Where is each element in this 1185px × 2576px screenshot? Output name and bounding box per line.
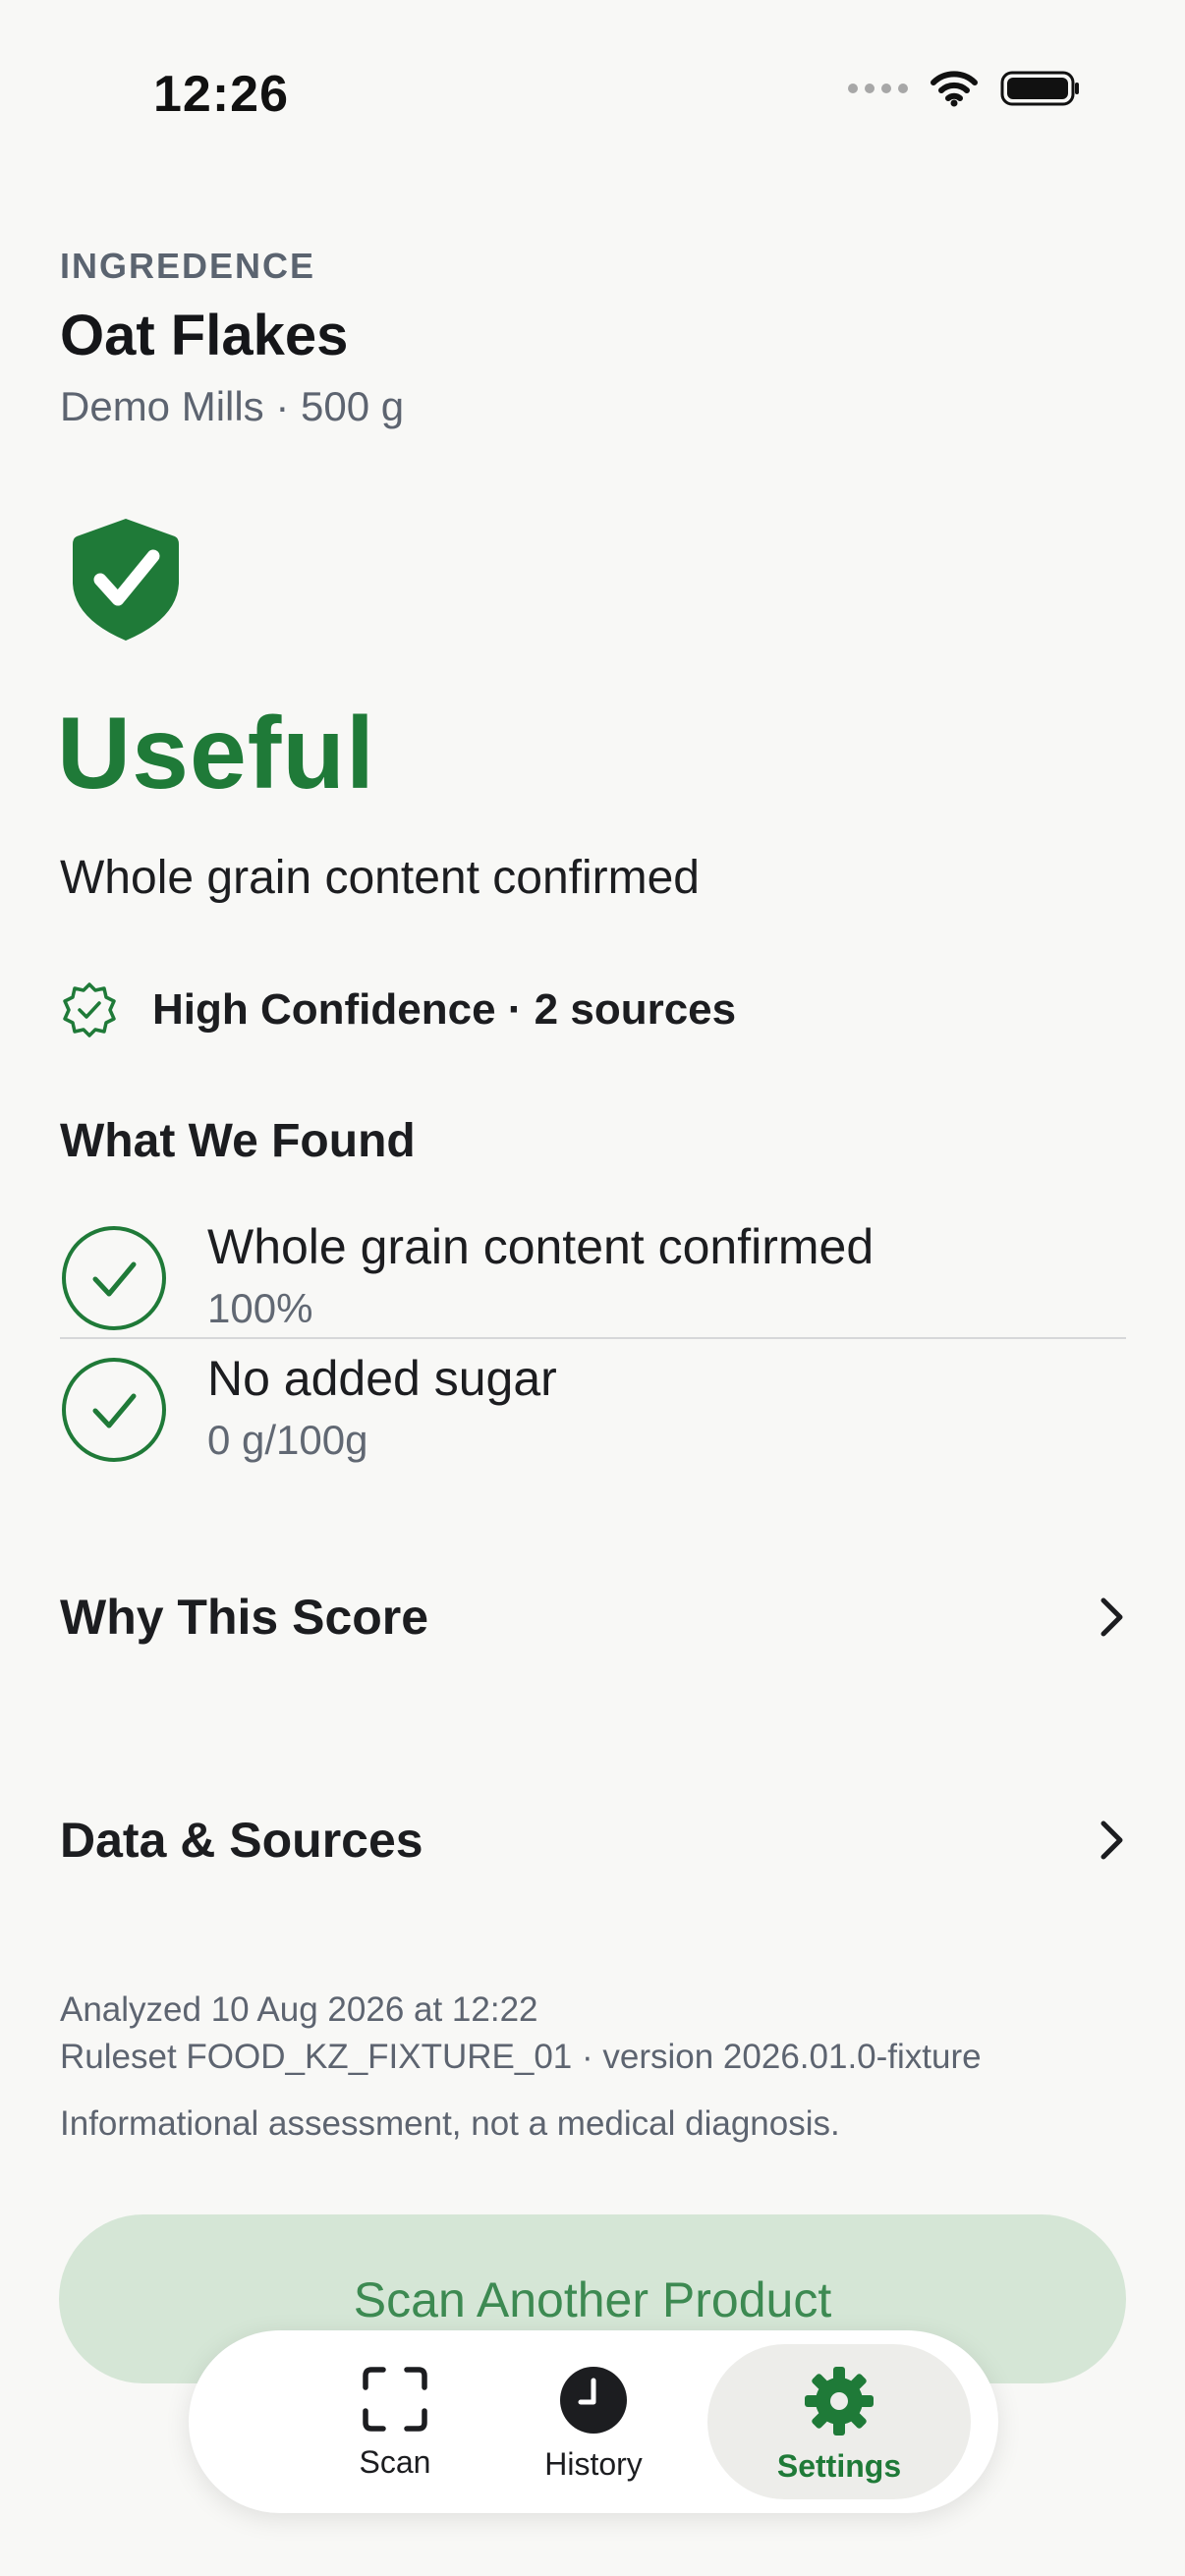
scan-frame-icon [363,2367,427,2432]
status-time: 12:26 [153,66,289,123]
tab-settings-label: Settings [776,2448,902,2484]
verdict-label: Useful [57,697,375,811]
disclaimer-text: Informational assessment, not a medical … [60,2104,840,2143]
analyzed-timestamp: Analyzed 10 Aug 2026 at 12:22 [60,1990,538,2029]
finding-value: 0 g/100g [207,1417,368,1463]
check-circle-icon [62,1358,166,1462]
battery-icon [1000,71,1079,106]
tab-history[interactable]: History [462,2344,725,2499]
finding-value: 100% [207,1285,313,1331]
product-meta: Demo Mills · 500 g [60,383,405,429]
shield-check-icon [73,519,179,641]
confidence-text: High Confidence · 2 sources [152,985,737,1034]
chevron-right-icon [1100,1820,1123,1860]
finding-item: No added sugar 0 g/100g [60,1346,1126,1478]
data-sources-row[interactable]: Data & Sources [60,1791,1126,1889]
tab-bar: Scan History Settings [189,2330,998,2513]
findings-title: What We Found [60,1115,416,1167]
verified-badge-icon [63,982,116,1037]
confidence-row: High Confidence · 2 sources [60,980,736,1039]
product-title: Oat Flakes [60,304,349,367]
status-icons [848,69,1081,108]
tab-history-label: History [544,2446,643,2482]
wifi-icon [931,71,978,107]
result-screen: 12:26 INGREDENCE Oat Flakes Demo Mills ·… [0,0,1185,2576]
check-circle-icon [62,1226,166,1330]
verdict-summary: Whole grain content confirmed [60,852,700,904]
ruleset-info: Ruleset FOOD_KZ_FIXTURE_01 · version 202… [60,2038,982,2076]
chevron-right-icon [1100,1597,1123,1637]
why-this-score-row[interactable]: Why This Score [60,1568,1126,1666]
finding-title: Whole grain content confirmed [207,1219,875,1274]
finding-item: Whole grain content confirmed 100% [60,1214,1126,1346]
brand-label: INGREDENCE [60,246,316,286]
gear-icon [805,2367,874,2436]
data-sources-label: Data & Sources [60,1813,423,1868]
why-this-score-label: Why This Score [60,1590,429,1645]
signal-dots-icon [848,84,908,93]
divider [60,1337,1126,1339]
finding-title: No added sugar [207,1351,557,1406]
clock-icon [560,2367,627,2434]
tab-scan-label: Scan [359,2444,431,2480]
tab-settings[interactable]: Settings [707,2344,971,2499]
